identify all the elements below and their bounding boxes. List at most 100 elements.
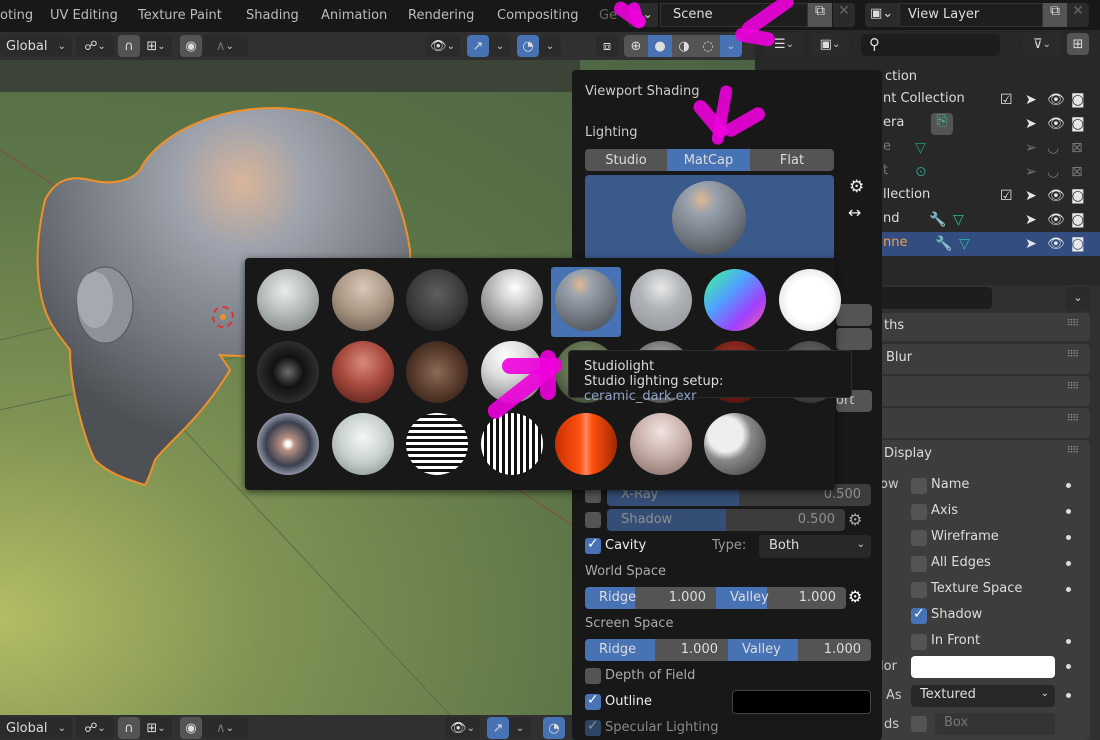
keyframe-dot-icon[interactable] — [1066, 561, 1071, 566]
matcap-option[interactable] — [331, 269, 394, 331]
gizmo-dropdown[interactable]: ⌄ — [489, 35, 511, 57]
workspace-tab-scripting[interactable]: oting — [0, 8, 33, 23]
shading-material-preview-icon[interactable]: ◑ — [672, 35, 696, 57]
cavity-checkbox[interactable] — [585, 536, 601, 554]
world-valley-slider[interactable]: Valley 1.000 — [716, 587, 846, 609]
shading-wireframe-icon[interactable]: ⊕ — [624, 35, 648, 57]
matcap-option[interactable] — [555, 413, 617, 475]
camera-data-icon[interactable]: ⎘ — [931, 113, 953, 135]
cavity-type-dropdown[interactable]: Both ⌄ — [759, 535, 871, 558]
lighting-matcap-button[interactable]: MatCap — [667, 149, 750, 171]
drag-handle-icon[interactable]: ⠿⠿ — [1067, 382, 1079, 392]
selectable-icon[interactable]: ➤ — [1025, 212, 1037, 228]
light-data-icon[interactable]: ⊙ — [915, 164, 927, 180]
matcap-option[interactable] — [406, 269, 468, 331]
exclude-checkbox-icon[interactable]: ☑ — [1000, 92, 1013, 108]
wrench-modifier-icon[interactable]: 🔧 — [935, 236, 952, 252]
workspace-tab-rendering[interactable]: Rendering — [408, 8, 474, 23]
render-layers-icon[interactable]: ▣⌄ — [865, 3, 899, 27]
matcap-option[interactable] — [406, 413, 468, 475]
panel-collapsed[interactable]: ⠿⠿ — [880, 376, 1090, 406]
bounds-checkbox[interactable] — [911, 716, 927, 732]
keyframe-dot-icon[interactable] — [1066, 509, 1071, 514]
workspace-tab-uv-editing[interactable]: UV Editing — [50, 8, 118, 23]
eye-icon[interactable]: 👁 — [1047, 236, 1065, 252]
partial-button[interactable] — [836, 304, 872, 326]
camera-render-icon[interactable]: ◙ — [1071, 212, 1085, 228]
pivot-point-icon[interactable]: ☍ ⌄ — [76, 35, 114, 57]
option-checkbox-name[interactable] — [911, 478, 927, 494]
new-collection-icon[interactable]: ⊞ — [1067, 33, 1089, 55]
selectable-icon[interactable]: ➤ — [1025, 116, 1037, 132]
cavity-settings-gear-icon[interactable]: ⚙ — [848, 587, 862, 606]
keyframe-dot-icon[interactable] — [1066, 535, 1071, 540]
properties-options-dropdown[interactable]: ⌄ — [1066, 287, 1090, 311]
selectable-icon[interactable]: ➤ — [1025, 188, 1037, 204]
new-scene-icon[interactable]: ⧉ — [808, 3, 832, 27]
outliner-search-input[interactable]: ⚲ — [861, 34, 1000, 56]
keyframe-dot-icon[interactable] — [1066, 483, 1071, 488]
transform-orientation-dropdown-bottom[interactable]: Global ⌄ — [0, 717, 72, 739]
falloff-icon[interactable]: ∧ ⌄ — [202, 35, 248, 57]
matcap-preview[interactable] — [585, 175, 834, 260]
lighting-flat-button[interactable]: Flat — [750, 149, 834, 171]
drag-handle-icon[interactable]: ⠿⠿ — [1067, 319, 1079, 329]
shadow-checkbox[interactable] — [585, 512, 601, 528]
mesh-data-icon[interactable]: ▽ — [959, 236, 970, 252]
eye-icon[interactable]: 👁 — [1047, 116, 1065, 132]
panel-collapsed[interactable]: ⠿⠿ — [880, 408, 1090, 438]
matcap-option[interactable] — [480, 413, 543, 475]
selectable-off-icon[interactable]: ➢ — [1025, 164, 1037, 180]
selectable-off-icon[interactable]: ➢ — [1025, 140, 1037, 156]
overlays-icon[interactable]: ◔ — [543, 717, 565, 739]
pivot-point-icon[interactable]: ☍ ⌄ — [76, 717, 114, 739]
matcap-option[interactable] — [778, 269, 841, 331]
delete-view-layer-icon[interactable]: ✕ — [1067, 3, 1089, 27]
drag-handle-icon[interactable]: ⠿⠿ — [1067, 414, 1079, 424]
outline-color-swatch[interactable] — [732, 690, 871, 714]
keyframe-dot-icon[interactable] — [1066, 693, 1071, 698]
delete-scene-icon[interactable]: ✕ — [833, 3, 855, 27]
outline-checkbox[interactable] — [585, 692, 601, 710]
wrench-modifier-icon[interactable]: 🔧 — [929, 212, 946, 228]
overlays-icon[interactable]: ◔ — [517, 35, 539, 57]
matcap-option[interactable] — [629, 413, 692, 475]
proportional-editing-icon[interactable]: ◉ — [180, 717, 202, 739]
shading-rendered-icon[interactable]: ◌ — [696, 35, 720, 57]
matcap-option[interactable] — [257, 269, 319, 331]
mesh-data-icon[interactable]: ▽ — [953, 212, 964, 228]
matcap-option[interactable] — [257, 341, 319, 403]
matcap-option[interactable] — [331, 341, 394, 403]
option-checkbox-texture-space[interactable] — [911, 582, 927, 598]
panel-viewport-paths[interactable]: ths ⠿⠿ — [880, 313, 1090, 341]
world-ridge-slider[interactable]: Ridge 1.000 — [585, 587, 716, 609]
specular-lighting-checkbox[interactable] — [585, 718, 601, 736]
properties-search-input[interactable] — [880, 287, 992, 309]
transform-orientation-dropdown[interactable]: Global ⌄ — [0, 35, 72, 57]
workspace-tab-texture-paint[interactable]: Texture Paint — [138, 8, 222, 23]
drag-handle-icon[interactable]: ⠿⠿ — [1067, 350, 1079, 360]
panel-motion-blur[interactable]: Blur ⠿⠿ — [880, 344, 1090, 374]
filter-view-layer-icon[interactable]: ▣ ⌄ — [811, 33, 849, 55]
shadow-settings-gear-icon[interactable]: ⚙ — [848, 510, 862, 529]
option-checkbox-axis[interactable] — [911, 504, 927, 520]
matcap-option[interactable] — [704, 413, 766, 475]
camera-render-icon[interactable]: ◙ — [1071, 116, 1085, 132]
camera-render-icon[interactable]: ◙ — [1071, 92, 1085, 108]
option-checkbox-in-front[interactable] — [911, 634, 927, 650]
eye-icon[interactable]: 👁 — [1047, 188, 1065, 204]
eye-icon[interactable]: 👁 — [1047, 92, 1065, 108]
camera-render-off-icon[interactable]: ⊠ — [1071, 164, 1083, 180]
matcap-option[interactable] — [406, 341, 468, 403]
shadow-slider[interactable]: Shadow 0.500 — [607, 509, 845, 531]
snap-icon[interactable]: ∩ — [118, 35, 140, 57]
overlays-dropdown[interactable]: ⌄ — [539, 35, 561, 57]
gear-icon[interactable]: ⚙ — [849, 177, 864, 197]
option-checkbox-wireframe[interactable] — [911, 530, 927, 546]
camera-render-icon[interactable]: ◙ — [1071, 236, 1085, 252]
partial-button[interactable] — [836, 328, 872, 350]
exclude-checkbox-icon[interactable]: ☑ — [1000, 188, 1013, 204]
keyframe-dot-icon[interactable] — [1066, 587, 1071, 592]
snap-target-icon[interactable]: ⊞ ⌄ — [140, 717, 172, 739]
matcap-option[interactable] — [257, 413, 319, 475]
